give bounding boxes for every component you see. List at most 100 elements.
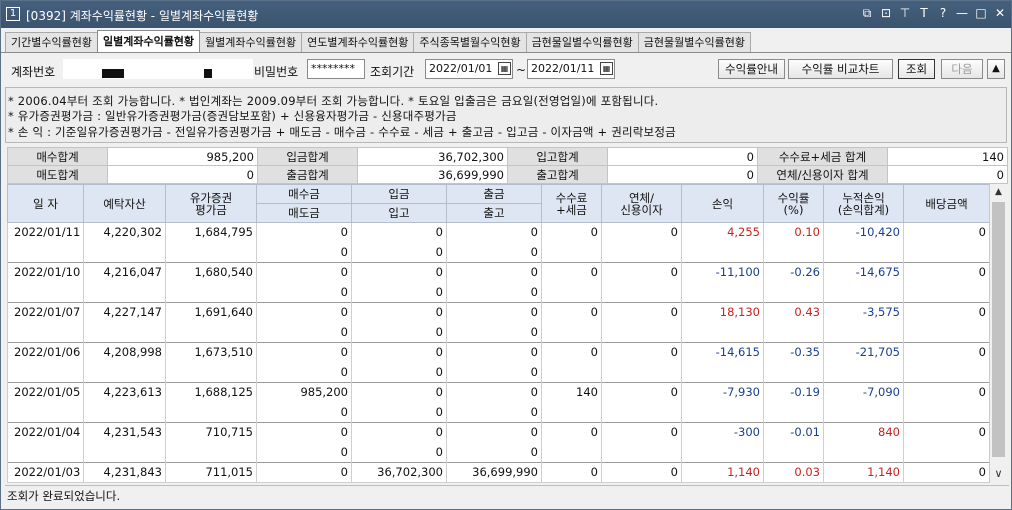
cell-stock-in: 0 bbox=[351, 282, 447, 303]
cell-return-rate: -0.19 bbox=[763, 382, 824, 423]
title-bar[interactable]: 1 [0392] 계좌수익률현황 - 일별계좌수익률현황 ⧉ ⊡ ⊤ T ? —… bbox=[1, 1, 1011, 28]
app-window: 1 [0392] 계좌수익률현황 - 일별계좌수익률현황 ⧉ ⊡ ⊤ T ? —… bbox=[0, 0, 1012, 510]
col-header-date[interactable]: 일 자 bbox=[7, 184, 84, 223]
next-button[interactable]: 다음 bbox=[941, 59, 983, 79]
stock-out-total-label: 출고합계 bbox=[507, 165, 608, 184]
minimize-icon[interactable]: — bbox=[955, 5, 969, 22]
cell-profit-loss: -14,615 bbox=[681, 342, 764, 383]
fee-tax-total-label: 수수료+세금 합계 bbox=[757, 147, 888, 166]
tab-gold-daily-return[interactable]: 금현물일별수익률현황 bbox=[525, 32, 639, 52]
query-button[interactable]: 조회 bbox=[898, 59, 935, 79]
scroll-down-icon[interactable]: ∨ bbox=[990, 465, 1007, 482]
cell-date: 2022/01/10 bbox=[7, 262, 84, 303]
cell-deposit: 0 bbox=[351, 382, 447, 403]
cell-deposit: 0 bbox=[351, 222, 447, 243]
cell-sell: 0 bbox=[256, 282, 352, 303]
cell-profit-loss: 4,255 bbox=[681, 222, 764, 263]
col-header-interest[interactable]: 연체/ 신용이자 bbox=[601, 184, 682, 223]
scroll-thumb[interactable] bbox=[992, 202, 1005, 457]
cell-fee-tax: 0 bbox=[541, 302, 602, 343]
summary-table: 매수합계 985,200 입금합계 36,702,300 입고합계 0 수수료+… bbox=[7, 147, 1008, 184]
cell-buy: 0 bbox=[256, 422, 352, 443]
col-header-stock-out[interactable]: 출고 bbox=[446, 203, 542, 223]
calendar-icon[interactable]: ▦ bbox=[600, 62, 613, 75]
table-row[interactable]: 2022/01/06 4,208,998 1,673,510 0 0 0 0 0 -14,615… bbox=[7, 342, 990, 383]
col-header-withdraw[interactable]: 출금 bbox=[446, 184, 542, 204]
buy-total-value: 985,200 bbox=[107, 147, 258, 166]
tab-gold-monthly-return[interactable]: 금현물월별수익률현황 bbox=[637, 32, 751, 52]
col-header-deposit-assets[interactable]: 예탁자산 bbox=[83, 184, 166, 223]
cell-stock-in: 0 bbox=[351, 362, 447, 383]
restore-window-icon[interactable]: ⊡ bbox=[879, 5, 893, 22]
vertical-scrollbar[interactable]: ▲ ∨ bbox=[989, 184, 1007, 482]
return-guide-button[interactable]: 수익률안내 bbox=[718, 59, 785, 79]
cell-profit-loss: -300 bbox=[681, 422, 764, 463]
cell-cumulative-pl: -7,090 bbox=[823, 382, 904, 423]
cell-profit-loss: 1,140 bbox=[681, 462, 764, 483]
cell-interest: 0 bbox=[601, 262, 682, 303]
cell-sell: 0 bbox=[256, 322, 352, 343]
cell-date: 2022/01/11 bbox=[7, 222, 84, 263]
col-header-return-rate[interactable]: 수익률 (%) bbox=[763, 184, 824, 223]
font-size-icon[interactable]: T bbox=[917, 5, 931, 22]
help-icon[interactable]: ? bbox=[936, 5, 950, 22]
cell-deposit: 0 bbox=[351, 342, 447, 363]
cell-return-rate: 0.03 bbox=[763, 462, 824, 483]
fee-tax-total-value: 140 bbox=[887, 147, 1008, 166]
cell-interest: 0 bbox=[601, 422, 682, 463]
cell-return-rate: 0.43 bbox=[763, 302, 824, 343]
cell-profit-loss: -11,100 bbox=[681, 262, 764, 303]
table-row[interactable]: 2022/01/03 4,231,843 711,015 0 36,702,300 36,… bbox=[7, 462, 990, 483]
deposit-total-value: 36,702,300 bbox=[357, 147, 508, 166]
tab-bar: 기간별수익률현황 일별계좌수익률현황 월별계좌수익률현황 연도별계좌수익률현황 … bbox=[5, 30, 751, 52]
collapse-up-button[interactable]: ▲ bbox=[987, 59, 1005, 79]
calendar-icon[interactable]: ▦ bbox=[498, 62, 511, 75]
col-header-buy[interactable]: 매수금 bbox=[256, 184, 352, 204]
cell-buy: 985,200 bbox=[256, 382, 352, 403]
cell-securities-eval: 711,015 bbox=[165, 462, 257, 483]
cell-deposit-assets: 4,231,543 bbox=[83, 422, 166, 463]
cell-deposit: 36,702,300 bbox=[351, 462, 447, 483]
table-row[interactable]: 2022/01/10 4,216,047 1,680,540 0 0 0 0 0 -11,100… bbox=[7, 262, 990, 303]
window-title: [0392] 계좌수익률현황 - 일별계좌수익률현황 bbox=[26, 9, 259, 23]
table-row[interactable]: 2022/01/05 4,223,613 1,688,125 985,200 0 0 140… bbox=[7, 382, 990, 423]
col-header-stock-in[interactable]: 입고 bbox=[351, 203, 447, 223]
tab-yearly-account-return[interactable]: 연도별계좌수익률현황 bbox=[301, 32, 415, 52]
cell-dividend: 0 bbox=[903, 342, 990, 383]
cell-cumulative-pl: -21,705 bbox=[823, 342, 904, 383]
close-icon[interactable]: ✕ bbox=[993, 5, 1007, 22]
date-from-field[interactable]: 2022/01/01 ▦ bbox=[425, 59, 513, 79]
table-row[interactable]: 2022/01/04 4,231,543 710,715 0 0 0 0 0 -300 -0.01… bbox=[7, 422, 990, 463]
cell-dividend: 0 bbox=[903, 302, 990, 343]
notice-line: * 손 익 : 기준일유가증권평가금 - 전일유가증권평가금 + 매도금 - 매… bbox=[8, 125, 676, 139]
col-header-profit-loss[interactable]: 손익 bbox=[681, 184, 764, 223]
cell-dividend: 0 bbox=[903, 222, 990, 263]
cell-stock-in: 0 bbox=[351, 402, 447, 423]
withdraw-total-value: 36,699,990 bbox=[357, 165, 508, 184]
date-to-field[interactable]: 2022/01/11 ▦ bbox=[527, 59, 615, 79]
col-header-cumulative-pl[interactable]: 누적손익 (손익합계) bbox=[823, 184, 904, 223]
table-row[interactable]: 2022/01/11 4,220,302 1,684,795 0 0 0 0 0 4,255 0.… bbox=[7, 222, 990, 263]
cell-interest: 0 bbox=[601, 222, 682, 263]
cell-deposit-assets: 4,220,302 bbox=[83, 222, 166, 263]
col-header-securities-eval[interactable]: 유가증권 평가금 bbox=[165, 184, 257, 223]
col-header-sell[interactable]: 매도금 bbox=[256, 203, 352, 223]
tab-period-return[interactable]: 기간별수익률현황 bbox=[5, 32, 98, 52]
tab-stock-monthly-return[interactable]: 주식종목별월수익현황 bbox=[413, 32, 527, 52]
tab-monthly-account-return[interactable]: 월별계좌수익률현황 bbox=[199, 32, 303, 52]
col-header-fee-tax[interactable]: 수수료 +세금 bbox=[541, 184, 602, 223]
cell-date: 2022/01/03 bbox=[7, 462, 84, 483]
window-number-badge: 1 bbox=[6, 7, 20, 21]
cascade-icon[interactable]: ⧉ bbox=[860, 5, 874, 22]
col-header-dividend[interactable]: 배당금액 bbox=[903, 184, 990, 223]
col-header-deposit[interactable]: 입금 bbox=[351, 184, 447, 204]
pin-icon[interactable]: ⊤ bbox=[898, 5, 912, 22]
tab-daily-account-return[interactable]: 일별계좌수익률현황 bbox=[96, 30, 201, 52]
password-field[interactable]: ******** bbox=[307, 59, 365, 79]
scroll-up-icon[interactable]: ▲ bbox=[990, 184, 1007, 201]
table-row[interactable]: 2022/01/07 4,227,147 1,691,640 0 0 0 0 0 18,130 0… bbox=[7, 302, 990, 343]
account-number-field[interactable] bbox=[63, 59, 253, 79]
cell-sell: 0 bbox=[256, 442, 352, 463]
return-compare-chart-button[interactable]: 수익률 비교차트 bbox=[788, 59, 893, 79]
maximize-icon[interactable]: □ bbox=[974, 5, 988, 22]
